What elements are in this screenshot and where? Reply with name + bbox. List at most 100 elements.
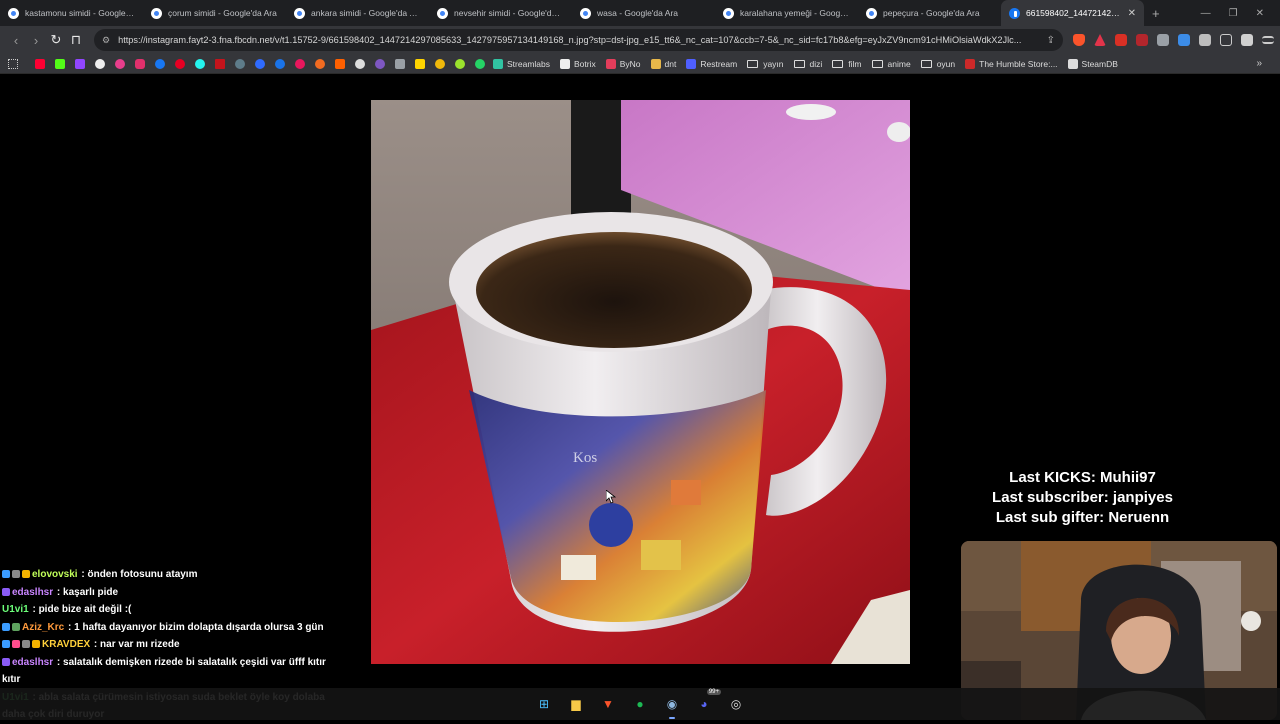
- chat-username: Aziz_Krc: [22, 621, 65, 633]
- extension-red-icon[interactable]: [1136, 34, 1148, 46]
- tiktok-bookmark-icon[interactable]: [195, 58, 205, 69]
- brave-shield-icon[interactable]: [1073, 34, 1085, 46]
- new-tab-button[interactable]: +: [1152, 6, 1160, 21]
- tab-7[interactable]: 661598402_1447214297085...✕: [1001, 0, 1144, 26]
- wallet-icon[interactable]: [1241, 34, 1253, 46]
- last-kicks-text: Last KICKS: Muhii97: [1009, 469, 1156, 486]
- spotify-icon[interactable]: ●: [629, 693, 651, 715]
- bookmark-8[interactable]: anime: [871, 59, 911, 69]
- discord-icon[interactable]: ◕ 99+: [693, 689, 721, 715]
- image-bookmark-icon[interactable]: [395, 58, 405, 69]
- youtube-bookmark-icon[interactable]: [35, 58, 45, 69]
- tab-6[interactable]: pepeçura - Google'da Ara: [858, 0, 1001, 26]
- pinterest-bookmark-icon[interactable]: [175, 58, 185, 69]
- windows-start-icon[interactable]: ⊞: [533, 693, 555, 715]
- bookmark-9[interactable]: oyun: [920, 59, 955, 69]
- tr-bookmark-icon[interactable]: [115, 58, 125, 69]
- gmail-extension-icon[interactable]: [1115, 34, 1127, 46]
- taskbar: ⊞ ▆ ▼ ● ◉ ◕ 99+ ◎: [0, 688, 1280, 720]
- binance-bookmark-icon[interactable]: [435, 58, 445, 69]
- share-icon[interactable]: ⇪: [1047, 35, 1055, 46]
- whatsapp-bookmark-icon[interactable]: [475, 58, 485, 69]
- url-text[interactable]: https://instagram.fayt2-3.fna.fbcdn.net/…: [118, 35, 1039, 45]
- extensions-puzzle-icon[interactable]: [1199, 34, 1211, 46]
- address-bar[interactable]: ⚙ https://instagram.fayt2-3.fna.fbcdn.ne…: [94, 29, 1063, 51]
- bookmark-label: ByNo: [619, 58, 641, 69]
- chat-badge-icon: [12, 570, 20, 579]
- extension-gray-icon[interactable]: [1157, 34, 1169, 46]
- amazon-bookmark-icon[interactable]: [355, 58, 365, 69]
- chat-text: : pide bize ait değil :(: [29, 604, 132, 615]
- tab-2[interactable]: ankara simidi - Google'da Ara: [286, 0, 429, 26]
- file-explorer-icon[interactable]: ▆: [565, 693, 587, 715]
- site-info-icon[interactable]: ⚙: [102, 35, 110, 46]
- bookmarks-more-button[interactable]: »: [1256, 58, 1262, 69]
- bookmark-0[interactable]: Streamlabs: [493, 58, 550, 69]
- bookmark-10[interactable]: The Humble Store:...: [965, 58, 1058, 69]
- bookmark-5[interactable]: yayın: [747, 59, 784, 69]
- menu-icon[interactable]: [1262, 36, 1274, 44]
- mug-text: Kos: [573, 450, 597, 466]
- bookmark-7[interactable]: film: [832, 58, 862, 69]
- tab-title: karalahana yemeği - Google'da Ara: [740, 8, 850, 18]
- play-bookmark-icon[interactable]: [275, 58, 285, 69]
- minimize-button[interactable]: —: [1201, 8, 1211, 19]
- bookmark-favicon-icon: [493, 58, 503, 69]
- n-bookmark-icon[interactable]: [415, 58, 425, 69]
- reload-button[interactable]: ↻: [46, 30, 66, 50]
- tab-5[interactable]: karalahana yemeği - Google'da Ara: [715, 0, 858, 26]
- chat-text: : önden fotosunu atayım: [78, 569, 198, 580]
- green-bookmark-icon[interactable]: [455, 58, 465, 69]
- orange-bookmark-icon[interactable]: [315, 58, 325, 69]
- b-bookmark-icon[interactable]: [255, 58, 265, 69]
- tab-title: 661598402_1447214297085...: [1026, 8, 1124, 18]
- chat-badge-icon: [2, 640, 10, 649]
- bookmark-11[interactable]: SteamDB: [1067, 58, 1118, 69]
- chat-message: edaslhsr : salatalık demişken rizede bi …: [2, 654, 327, 689]
- folder-icon: [871, 59, 883, 68]
- back-button[interactable]: ‹: [6, 30, 26, 50]
- bookmark-1[interactable]: Botrix: [560, 58, 596, 69]
- brave-rewards-icon[interactable]: [1094, 34, 1106, 46]
- chat-badge-icon: [22, 570, 30, 579]
- tab-title: ankara simidi - Google'da Ara: [311, 8, 421, 18]
- tab-title: kastamonu simidi - Google'da Ara: [25, 8, 135, 18]
- bookmark-label: film: [848, 58, 862, 69]
- facebook-bookmark-icon[interactable]: [155, 58, 165, 69]
- restore-button[interactable]: ❐: [1229, 8, 1238, 19]
- kick-bookmark-icon[interactable]: [55, 58, 65, 69]
- purple-bookmark-icon[interactable]: [375, 58, 385, 69]
- tab-4[interactable]: wasa - Google'da Ara: [572, 0, 715, 26]
- google-favicon-icon: [8, 7, 19, 19]
- stream-stats-overlay: Last KICKS: Muhii97 Last subscriber: jan…: [990, 468, 1175, 528]
- chat-badge-icon: [22, 640, 30, 649]
- forward-button[interactable]: ›: [26, 30, 46, 50]
- close-window-button[interactable]: ✕: [1256, 8, 1264, 19]
- bookmark-6[interactable]: dizi: [793, 59, 822, 69]
- chat-username: KRAVDEX: [42, 639, 91, 650]
- tab-0[interactable]: kastamonu simidi - Google'da Ara: [0, 0, 143, 26]
- apps-grid-icon[interactable]: [8, 58, 18, 69]
- discord-notification-badge: 99+: [706, 689, 721, 695]
- close-tab-icon[interactable]: ✕: [1124, 8, 1136, 19]
- instagram-bookmark-icon[interactable]: [135, 58, 145, 69]
- twitch-bookmark-icon[interactable]: [75, 58, 85, 69]
- tab-title: wasa - Google'da Ara: [597, 8, 679, 18]
- y-bookmark-icon[interactable]: [295, 58, 305, 69]
- bookmark-page-icon[interactable]: ⊓: [66, 30, 86, 50]
- tab-3[interactable]: nevsehir simidi - Google'da Ara: [429, 0, 572, 26]
- extension-blue-icon[interactable]: [1178, 34, 1190, 46]
- sidebar-icon[interactable]: [1220, 34, 1232, 46]
- tab-1[interactable]: çorum simidi - Google'da Ara: [143, 0, 286, 26]
- brave-browser-icon[interactable]: ▼: [597, 693, 619, 715]
- red-bookmark-icon[interactable]: [215, 58, 225, 69]
- bookmark-4[interactable]: Restream: [686, 58, 737, 69]
- hb-bookmark-icon[interactable]: [335, 58, 345, 69]
- obs-icon[interactable]: ◎: [725, 693, 747, 715]
- x-bookmark-icon[interactable]: [95, 58, 105, 69]
- bookmark-2[interactable]: ByNo: [605, 58, 641, 69]
- link-bookmark-icon[interactable]: [235, 58, 245, 69]
- steam-icon[interactable]: ◉: [661, 693, 683, 719]
- bookmark-favicon-icon: [605, 58, 616, 69]
- bookmark-3[interactable]: dnt: [650, 58, 676, 69]
